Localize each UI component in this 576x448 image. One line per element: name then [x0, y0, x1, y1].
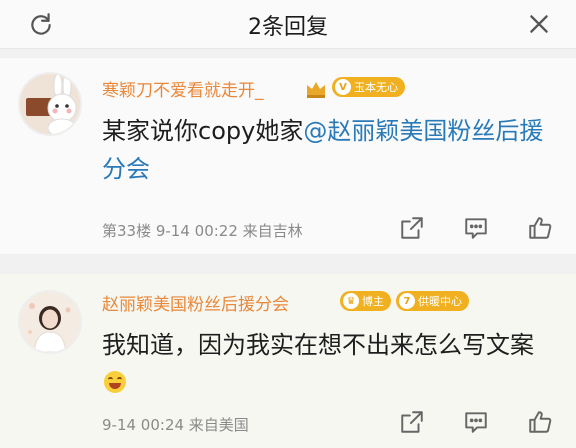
divider — [0, 49, 576, 58]
comment-text: 某家说你copy她家@赵丽颖美国粉丝后援分会 — [102, 112, 552, 188]
header: 2条回复 — [0, 0, 576, 49]
comment-meta: 第33楼 9-14 00:22 来自吉林 — [102, 222, 303, 240]
comment-body: 我知道，因为我实在想不出来怎么写文案 — [102, 331, 534, 359]
divider — [0, 254, 576, 274]
page-title: 2条回复 — [248, 15, 328, 40]
username[interactable]: 赵丽颖美国粉丝后援分会 — [102, 290, 289, 315]
share-button[interactable] — [398, 214, 426, 242]
close-icon — [530, 15, 548, 33]
comment-actions — [398, 408, 554, 436]
fan-badge[interactable]: V 玉本无心 — [332, 77, 405, 97]
comment-actions — [398, 214, 554, 242]
crown-icon: ♛ — [343, 293, 359, 309]
comment-meta: 9-14 00:24 来自美国 — [102, 416, 249, 434]
comment-item: 寒颖刀不爱看就走开_ V 玉本无心 某家说你copy她家@赵丽颖美国粉丝后援分会… — [0, 58, 576, 254]
comment-item: 赵丽颖美国粉丝后援分会 ♛ 博主 7 供暖中心 我知道，因为我实在想不出来怎么写… — [0, 274, 576, 448]
comment-button[interactable] — [462, 408, 490, 436]
like-button[interactable] — [526, 408, 554, 436]
rabbit-avatar-icon — [20, 74, 80, 134]
share-button[interactable] — [398, 408, 426, 436]
close-button[interactable] — [522, 7, 556, 41]
avatar[interactable] — [18, 290, 82, 354]
blogger-badge[interactable]: ♛ 博主 — [340, 291, 391, 311]
share-icon — [401, 411, 423, 433]
comment-icon — [465, 218, 487, 239]
v-icon: V — [335, 79, 351, 95]
comment-text: 我知道，因为我实在想不出来怎么写文案 — [102, 326, 552, 402]
crown-icon — [307, 82, 325, 98]
avatar[interactable] — [18, 72, 82, 136]
badge-label: 供暖中心 — [418, 295, 462, 308]
comment-button[interactable] — [462, 214, 490, 242]
level-icon: 7 — [399, 293, 415, 309]
badge-label: 博主 — [362, 295, 384, 308]
woman-avatar-icon — [20, 292, 80, 352]
laugh-cry-emoji-icon — [104, 371, 126, 393]
comment-icon — [465, 412, 487, 433]
badge-label: 玉本无心 — [354, 81, 398, 94]
like-button[interactable] — [526, 214, 554, 242]
share-icon — [401, 217, 423, 239]
like-icon — [529, 411, 552, 433]
like-icon — [529, 217, 552, 239]
fan-badge[interactable]: 7 供暖中心 — [396, 291, 469, 311]
comment-body: 某家说你copy她家 — [102, 117, 304, 145]
username[interactable]: 寒颖刀不爱看就走开_ — [102, 76, 264, 101]
